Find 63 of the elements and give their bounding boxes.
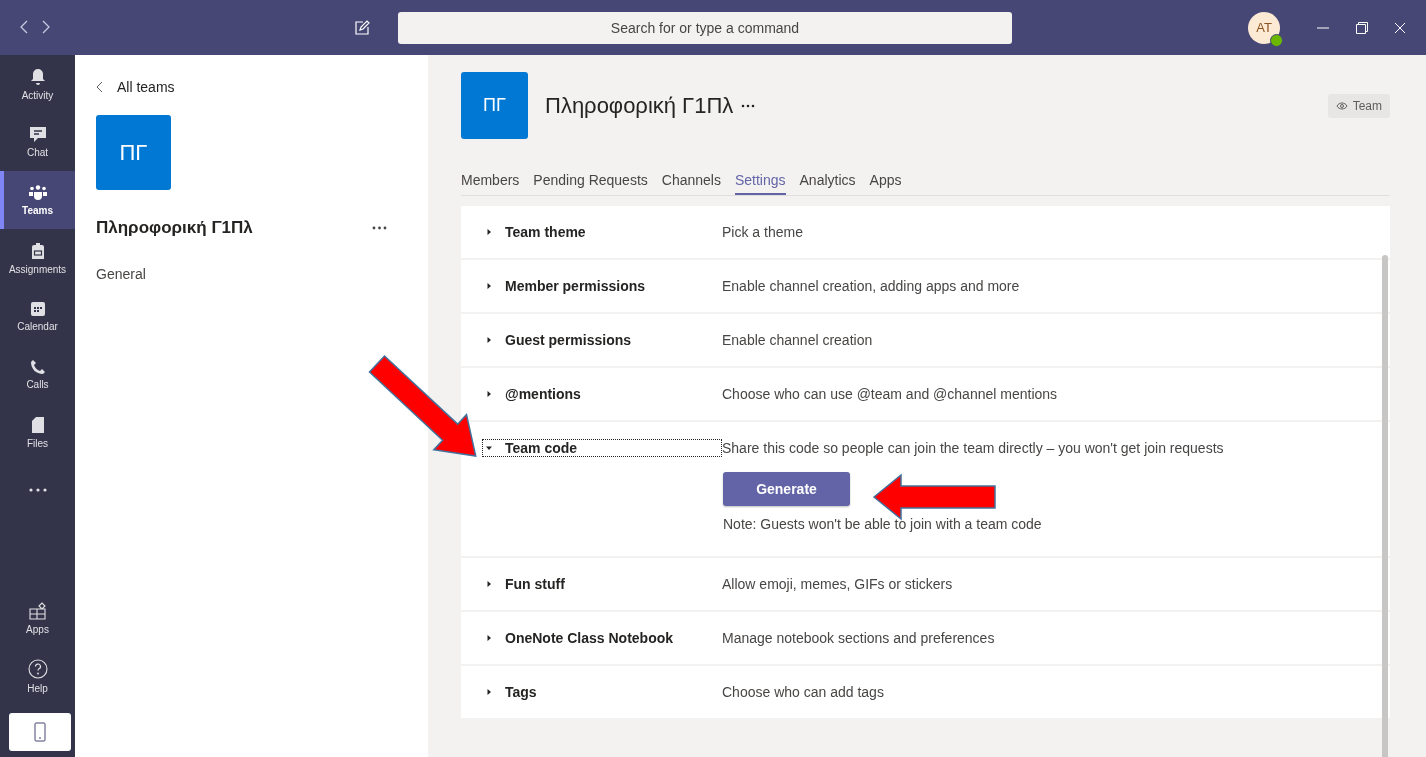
setting-description: Manage notebook sections and preferences (722, 630, 995, 646)
user-avatar[interactable]: AT (1248, 11, 1280, 44)
app-bar-item[interactable]: Assignments (0, 229, 75, 287)
setting-title[interactable]: Tags (482, 683, 722, 701)
help-icon (27, 658, 48, 679)
app-bar-item[interactable]: Activity (0, 55, 75, 113)
app-bar-item[interactable]: Teams (0, 171, 75, 229)
back-icon (96, 81, 103, 93)
team-avatar: ΠΓ (96, 115, 171, 190)
bell-icon (29, 67, 46, 86)
file-icon (30, 415, 45, 434)
setting-title[interactable]: Guest permissions (482, 331, 722, 349)
team-name: Πληροφορική Γ1Πλ (96, 218, 253, 238)
eye-icon (1335, 101, 1348, 110)
note-text: Note: Guests won't be able to join with a team code (723, 516, 1042, 532)
app-bar-item[interactable]: Help (0, 647, 75, 705)
setting-description: Pick a theme (722, 224, 803, 240)
app-bar-item[interactable]: Files (0, 403, 75, 461)
app-bar-item[interactable]: Calls (0, 345, 75, 403)
app-bar-item[interactable]: Chat (0, 113, 75, 171)
setting-description: Choose who can add tags (722, 684, 884, 700)
calendar-icon (29, 300, 46, 317)
apps-icon (28, 601, 47, 620)
restore-icon[interactable] (1355, 20, 1369, 35)
more-options-icon[interactable] (372, 226, 387, 230)
tab[interactable]: Pending Requests (533, 172, 648, 195)
more-options-icon[interactable] (741, 103, 756, 108)
setting-description: Enable channel creation, adding apps and more (722, 278, 1020, 294)
team-title: Πληροφορική Γ1Πλ (545, 92, 734, 119)
more-icon (28, 488, 47, 492)
setting-description: Allow emoji, memes, GIFs or stickers (722, 576, 953, 592)
generate-button[interactable]: Generate (723, 472, 850, 506)
backpack-icon (30, 241, 45, 260)
setting-title[interactable]: Team code (482, 439, 722, 457)
chat-icon (28, 126, 47, 143)
search-field[interactable]: Search for or type a command (398, 11, 1012, 44)
mobile-icon (34, 722, 46, 742)
compose-icon[interactable] (354, 19, 370, 36)
setting-description: Choose who can use @team and @channel mentions (722, 386, 1058, 402)
tab[interactable]: Channels (661, 172, 721, 195)
team-view-button[interactable]: Team (1327, 93, 1390, 118)
tab[interactable]: Members (461, 172, 520, 195)
setting-title[interactable]: @mentions (482, 385, 722, 403)
people-icon (27, 184, 48, 201)
setting-description: Share this code so people can join the team directly – you won't get join requests (722, 440, 1224, 456)
scrollbar[interactable] (1382, 255, 1388, 757)
setting-description: Enable channel creation (722, 332, 873, 348)
setting-title[interactable]: Team theme (482, 223, 722, 241)
phone-icon (29, 358, 46, 375)
close-icon[interactable] (1394, 21, 1406, 34)
tab[interactable]: Analytics (799, 172, 856, 195)
all-teams-link[interactable]: All teams (96, 79, 175, 95)
setting-title[interactable]: OneNote Class Notebook (482, 629, 722, 647)
forward-icon[interactable] (42, 19, 50, 34)
app-bar-item[interactable]: Calendar (0, 287, 75, 345)
app-bar-item[interactable]: Apps (0, 589, 75, 647)
channel-item[interactable]: General (96, 266, 146, 282)
tab[interactable]: Apps (869, 172, 902, 195)
tab[interactable]: Settings (734, 172, 786, 195)
setting-title[interactable]: Fun stuff (482, 575, 722, 593)
team-avatar: ΠΓ (461, 72, 528, 139)
setting-title[interactable]: Member permissions (482, 277, 722, 295)
back-icon[interactable] (20, 19, 28, 34)
